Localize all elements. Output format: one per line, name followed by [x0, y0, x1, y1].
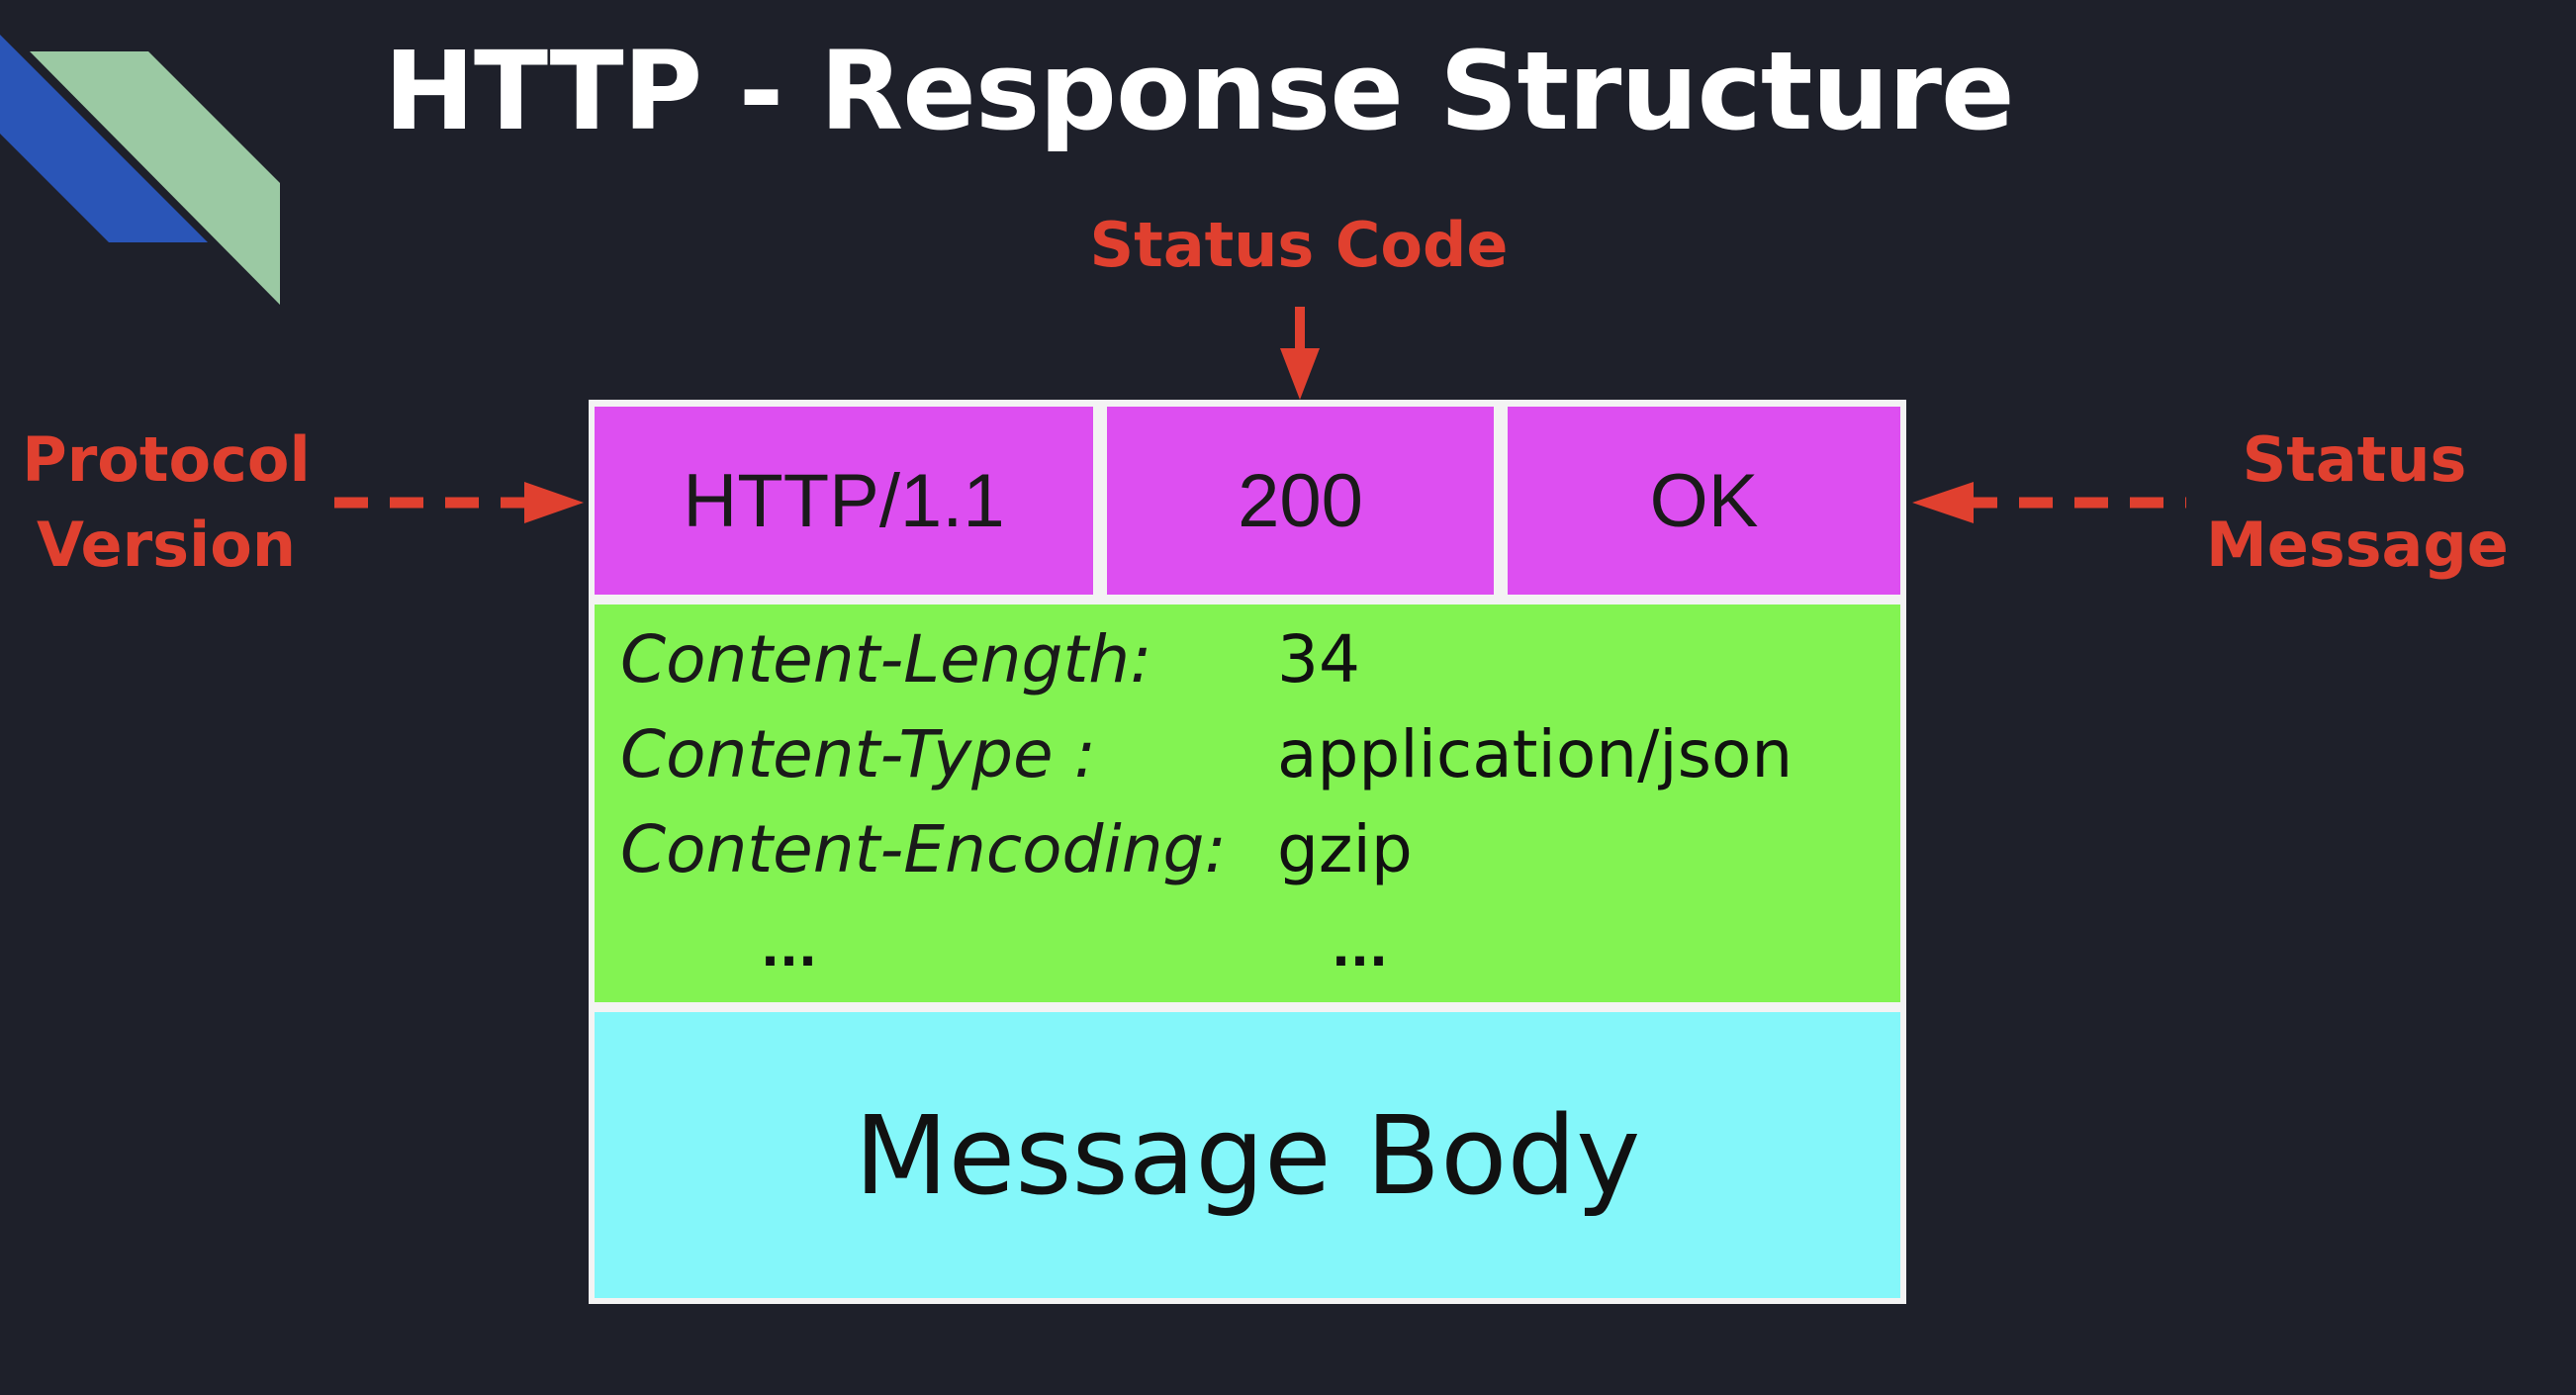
status-code-cell: 200: [1107, 407, 1494, 595]
header-row: Content-Length: 34: [595, 604, 1900, 699]
protocol-version-cell: HTTP/1.1: [595, 407, 1093, 595]
header-key: Content-Encoding:: [620, 811, 1227, 887]
http-response-diagram: HTTP/1.1 200 OK Content-Length: 34 Conte…: [589, 400, 1906, 1304]
status-message-arrow: [1912, 482, 2186, 523]
header-value: application/json: [1277, 716, 1794, 792]
headers-section: Content-Length: 34 Content-Type : applic…: [595, 604, 1900, 1002]
status-code-arrow: [1280, 307, 1320, 400]
message-body-section: Message Body: [595, 1012, 1900, 1298]
headers-value-ellipsis: ...: [1332, 920, 1388, 977]
protocol-version-arrow: [334, 482, 584, 523]
status-line-row: HTTP/1.1 200 OK: [595, 407, 1900, 595]
header-value: gzip: [1277, 811, 1413, 887]
status-message-cell: OK: [1508, 407, 1900, 595]
header-row: Content-Encoding: gzip: [595, 794, 1900, 889]
header-key: Content-Length:: [620, 621, 1152, 698]
header-key: Content-Type :: [620, 716, 1096, 792]
headers-key-ellipsis: ...: [761, 920, 817, 977]
header-value: 34: [1277, 621, 1360, 698]
header-row: Content-Type : application/json: [595, 699, 1900, 794]
